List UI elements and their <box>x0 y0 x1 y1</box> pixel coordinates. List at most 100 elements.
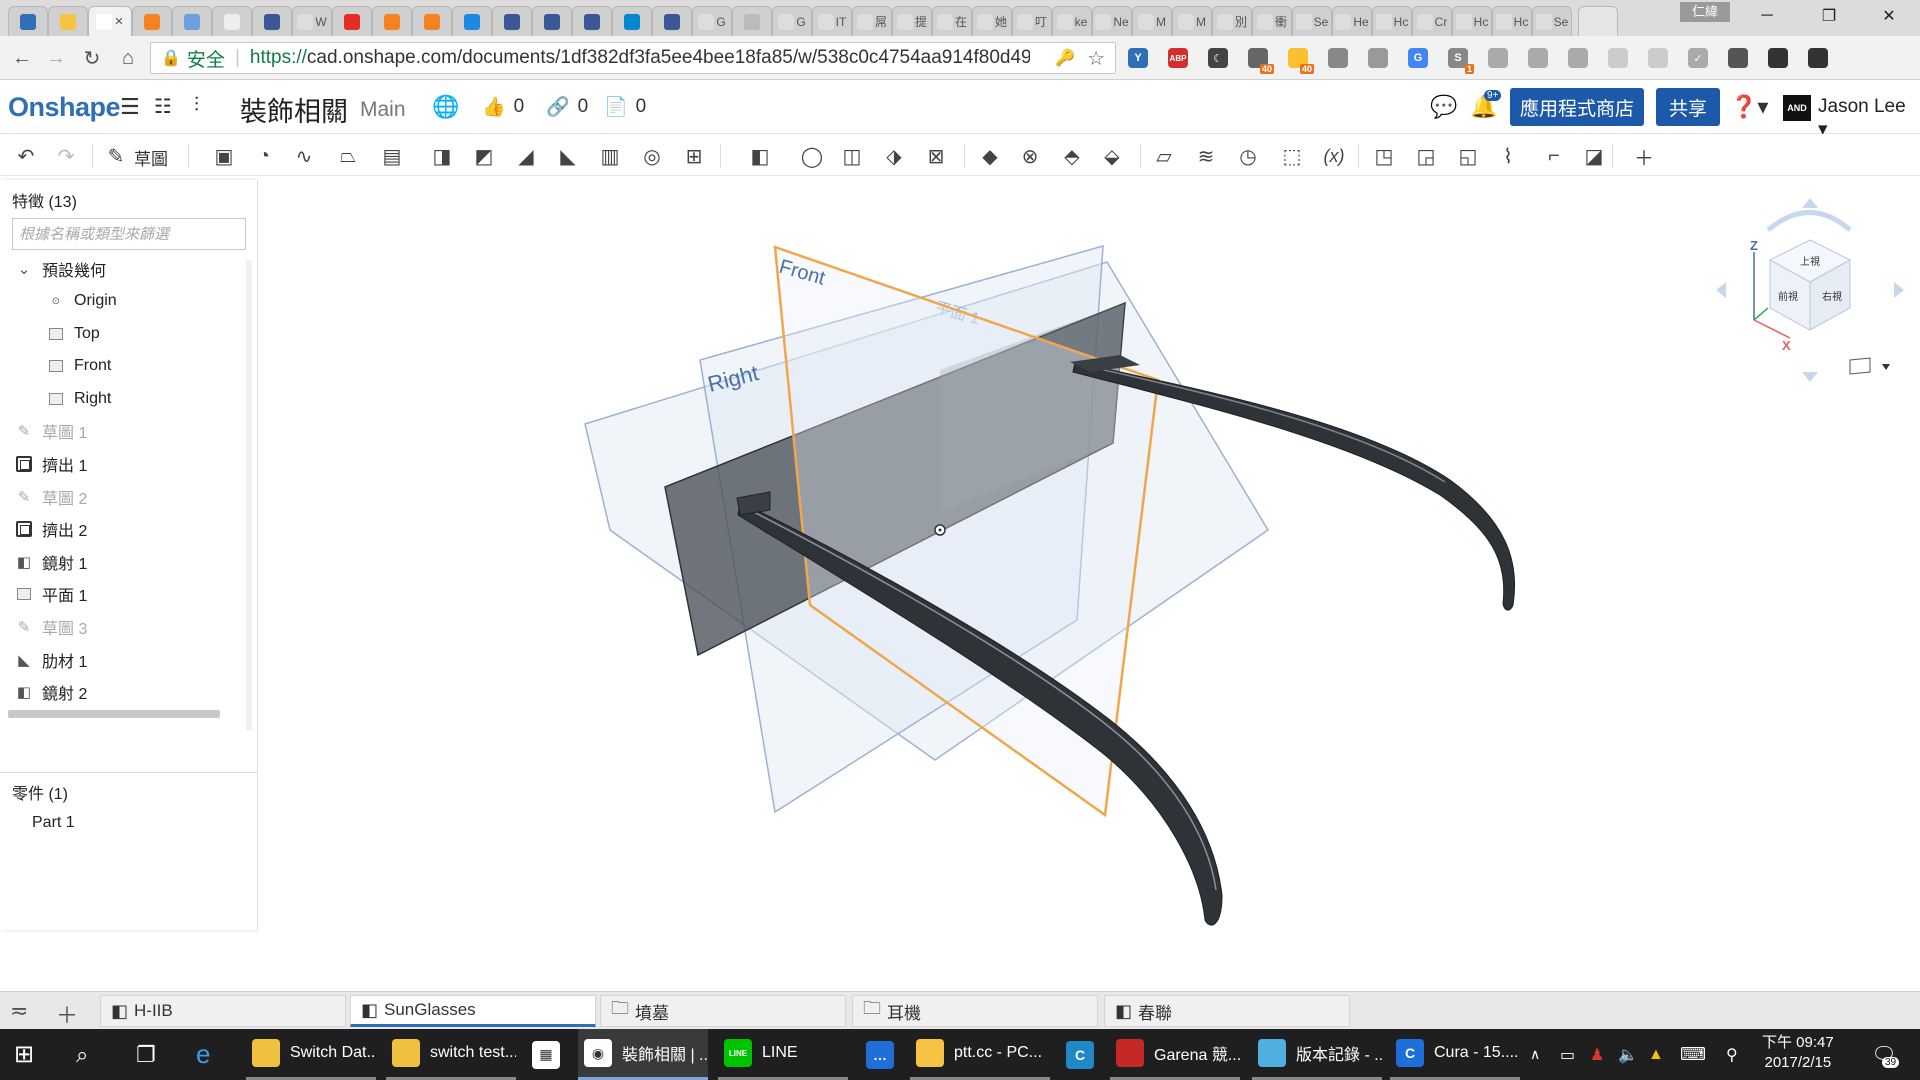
browser-tab[interactable]: G <box>692 6 732 36</box>
taskbar-app[interactable]: Garena 競... <box>1110 1029 1240 1080</box>
rotate-left-icon[interactable] <box>1716 282 1726 298</box>
taskbar-app[interactable]: ◉ 裝飾相關 | ... <box>578 1029 708 1080</box>
home-icon[interactable]: ⌂ <box>114 44 142 72</box>
search-icon[interactable]: ⌕ <box>76 1029 88 1080</box>
browser-tab[interactable]: 提 <box>892 6 932 36</box>
browser-tab[interactable]: Hc <box>1492 6 1532 36</box>
taskbar-app[interactable]: Switch Dat... <box>246 1029 376 1080</box>
avatar[interactable]: AND <box>1783 95 1811 121</box>
help-icon[interactable]: ❓▾ <box>1730 94 1768 120</box>
loft-icon[interactable]: ⏢ <box>334 142 362 170</box>
feature-list-vscroll[interactable] <box>246 260 252 730</box>
add-tab-icon[interactable]: ＋ <box>56 998 78 1030</box>
feature-item[interactable]: ✎ 草圖 1 <box>14 418 88 444</box>
browser-tab[interactable]: Se <box>1292 6 1332 36</box>
hole-icon[interactable]: ◎ <box>638 142 666 170</box>
pattern-icon[interactable]: ⊞ <box>680 142 708 170</box>
feature-filter-input[interactable] <box>12 218 246 250</box>
feature-item[interactable]: ✎ 草圖 3 <box>14 614 88 640</box>
browser-tab[interactable] <box>532 6 572 36</box>
parts-header[interactable]: 零件 (1) <box>12 780 68 804</box>
taskbar-app[interactable]: ptt.cc - PC... <box>910 1029 1050 1080</box>
system-clock[interactable]: 下午 09:47 2017/2/15 <box>1762 1033 1834 1073</box>
default-geometry-group[interactable]: ⌄ 預設幾何 <box>14 256 106 282</box>
reload-icon[interactable]: ↻ <box>78 44 106 72</box>
browser-tab[interactable] <box>252 6 292 36</box>
browser-tab[interactable] <box>212 6 252 36</box>
feature-item[interactable]: Top <box>46 321 100 347</box>
browser-extension-icon[interactable]: 40 <box>1248 48 1274 74</box>
browser-extension-icon[interactable] <box>1568 48 1588 68</box>
tray-app-icon[interactable]: ♟ <box>1590 1029 1604 1080</box>
mirror-icon[interactable]: ◧ <box>746 142 774 170</box>
browser-tab[interactable]: M <box>1172 6 1212 36</box>
browser-tab[interactable]: 屌 <box>852 6 892 36</box>
workspace-branch[interactable]: Main <box>360 98 406 122</box>
google-drive-icon[interactable]: ▲ <box>1648 1029 1664 1080</box>
network-icon[interactable]: ▭ <box>1560 1029 1575 1080</box>
browser-extension-icon[interactable]: G <box>1408 48 1428 68</box>
sketch-pencil-icon[interactable]: ✎ <box>102 142 130 170</box>
browser-extension-icon[interactable] <box>1608 48 1628 68</box>
copies-counter[interactable]: 📄 0 <box>604 95 646 119</box>
browser-tab[interactable]: 衝 <box>1252 6 1292 36</box>
browser-tab[interactable]: Se <box>1532 6 1572 36</box>
browser-extension-icon[interactable] <box>1328 48 1348 68</box>
flange-icon[interactable]: ◲ <box>1412 142 1440 170</box>
feature-item[interactable]: ⊙ Origin <box>46 288 117 314</box>
browser-extension-icon[interactable] <box>1528 48 1548 68</box>
close-window-icon[interactable]: ✕ <box>1866 0 1912 32</box>
browser-tab[interactable]: 她 <box>972 6 1012 36</box>
links-counter[interactable]: 🔗 0 <box>546 95 588 119</box>
taskbar-app[interactable]: switch test... <box>386 1029 516 1080</box>
back-icon[interactable]: ← <box>8 44 36 72</box>
feature-list-icon[interactable]: ☷ <box>154 94 172 119</box>
revolve-icon[interactable]: ◔ <box>250 142 278 170</box>
rotate-down-icon[interactable] <box>1802 372 1818 382</box>
chamfer-icon[interactable]: ◩ <box>470 142 498 170</box>
browser-tab[interactable] <box>8 6 48 36</box>
browser-tab[interactable]: Cr <box>1412 6 1452 36</box>
browser-tab[interactable] <box>652 6 692 36</box>
import-icon[interactable]: ⬚ <box>1278 142 1306 170</box>
browser-extension-icon[interactable]: 40 <box>1288 48 1314 74</box>
joint-icon[interactable]: ⌇ <box>1494 142 1522 170</box>
browser-extension-icon[interactable] <box>1648 48 1668 68</box>
document-tab[interactable]: ◧ 春聯 <box>1104 995 1350 1027</box>
browser-tab[interactable]: G <box>772 6 812 36</box>
bookmark-star-icon[interactable]: ☆ <box>1087 46 1105 71</box>
tab-manager-icon[interactable]: ≂ <box>10 998 28 1024</box>
taskbar-app[interactable]: 版本記錄 - ... <box>1252 1029 1382 1080</box>
delete-part-icon[interactable]: ⊠ <box>922 142 950 170</box>
redo-icon[interactable]: ↷ <box>52 142 80 170</box>
undo-icon[interactable]: ↶ <box>12 142 40 170</box>
restore-window-icon[interactable]: ❐ <box>1806 0 1852 32</box>
rotate-up-icon[interactable] <box>1802 198 1818 208</box>
move-face-icon[interactable]: ⬘ <box>1058 142 1086 170</box>
browser-tab[interactable] <box>48 6 88 36</box>
browser-tab[interactable] <box>732 6 772 36</box>
taskbar-app[interactable]: LINE LINE <box>718 1029 848 1080</box>
browser-extension-icon[interactable] <box>1368 48 1388 68</box>
feature-item[interactable]: ◧ 鏡射 2 <box>14 679 87 705</box>
minimize-window-icon[interactable]: ─ <box>1744 0 1790 32</box>
browser-tab[interactable]: M <box>1132 6 1172 36</box>
view-mode-icon[interactable] <box>1849 357 1871 375</box>
url-text[interactable]: https://cad.onshape.com/documents/1df382… <box>250 47 1030 69</box>
browser-extension-icon[interactable] <box>1808 48 1828 68</box>
share-button[interactable]: 共享 <box>1656 88 1720 126</box>
browser-extension-icon[interactable] <box>1488 48 1508 68</box>
tab-close-icon[interactable]: ✕ <box>114 15 123 28</box>
variable-icon[interactable]: (x) <box>1320 142 1348 170</box>
forward-icon[interactable]: → <box>42 44 70 72</box>
show-hidden-icons[interactable]: ∧ <box>1530 1029 1540 1080</box>
thicken-icon[interactable]: ▤ <box>378 142 406 170</box>
feature-item[interactable]: ◧ 鏡射 1 <box>14 549 87 575</box>
feature-item[interactable]: ✎ 草圖 2 <box>14 484 88 510</box>
3d-scene[interactable]: Right 平面 1 Front <box>258 176 1920 991</box>
feature-item[interactable]: Front <box>46 353 111 379</box>
browser-tab[interactable] <box>492 6 532 36</box>
rotate-right-icon[interactable] <box>1894 282 1904 298</box>
comments-icon[interactable]: 💬 <box>1430 94 1457 120</box>
browser-tab[interactable]: W <box>292 6 332 36</box>
